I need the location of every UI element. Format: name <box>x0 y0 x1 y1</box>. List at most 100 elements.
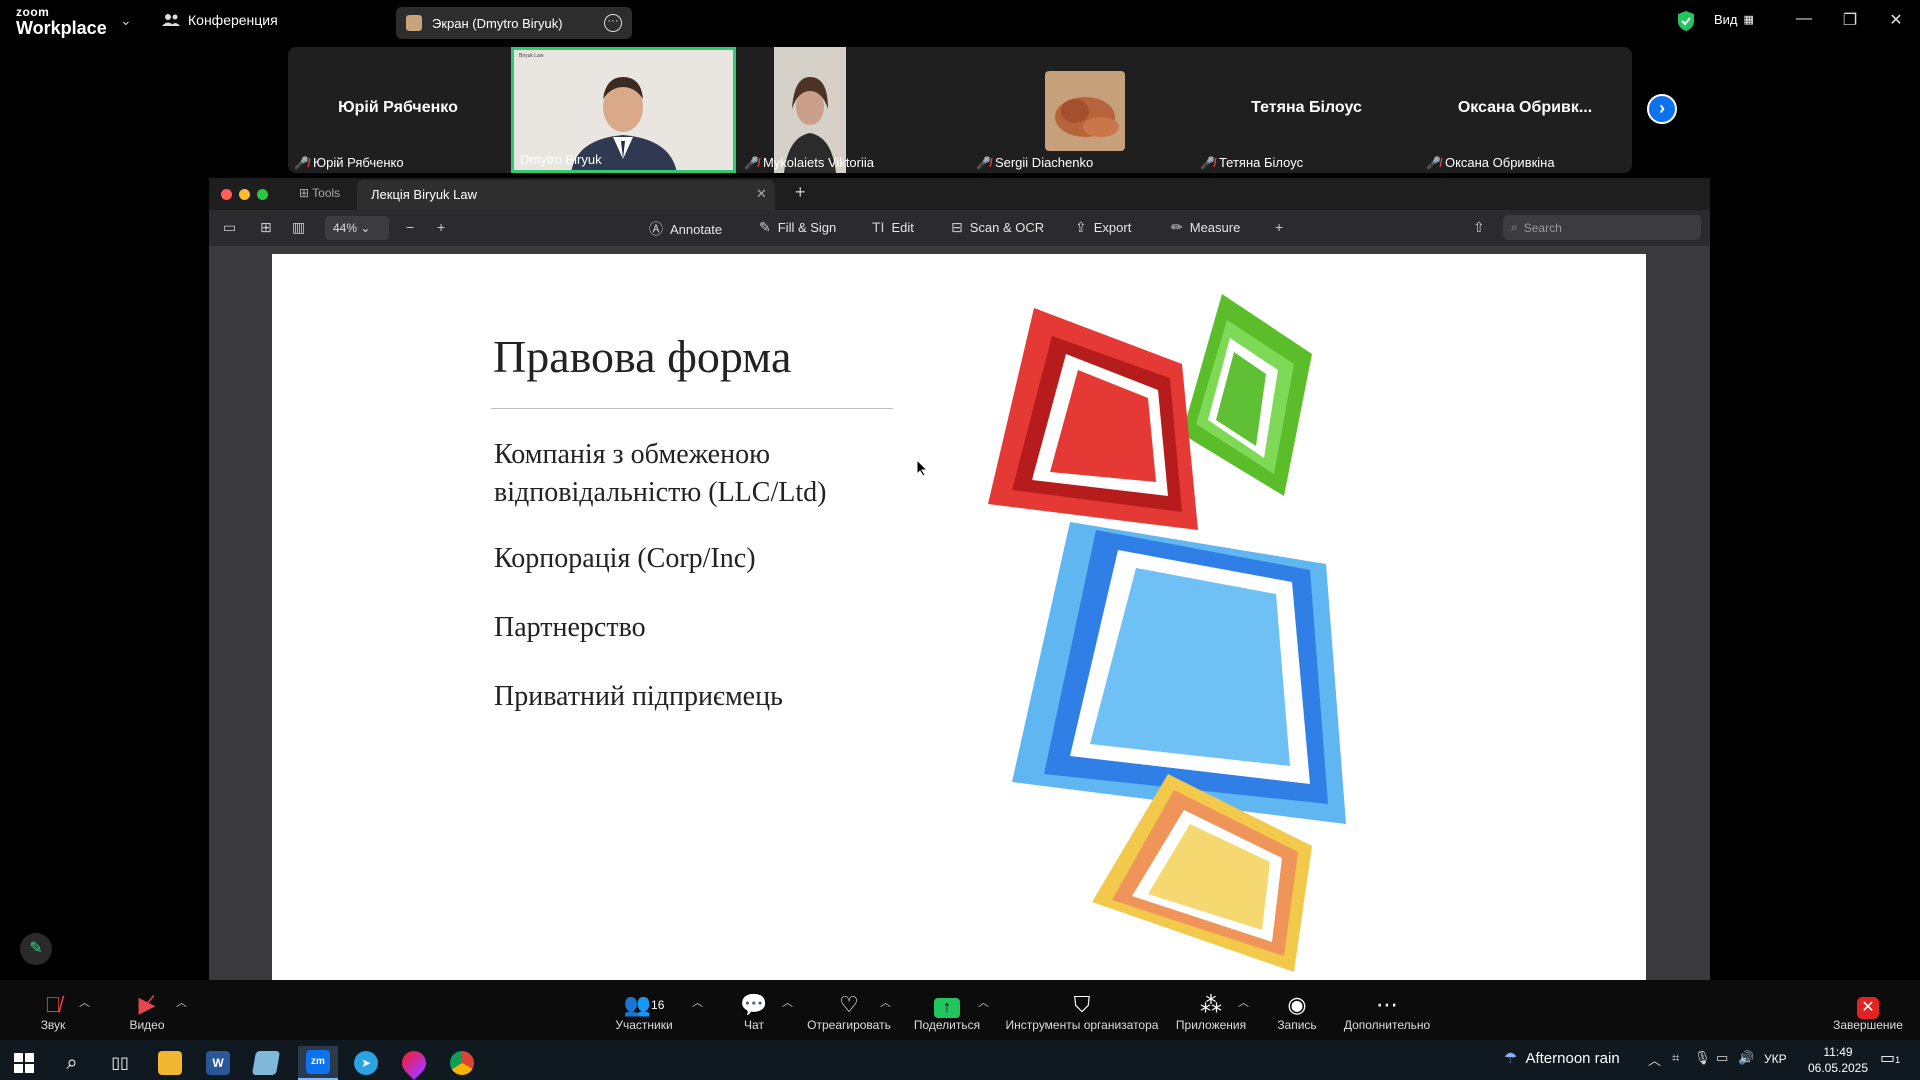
slide-item: Компанія з обмеженою відповідальністю (L… <box>494 439 827 508</box>
slide-item: Корпорація (Corp/Inc) <box>494 543 756 574</box>
annotate-button[interactable]: Ⓐ Annotate <box>649 219 722 239</box>
thumbnails-icon[interactable]: ⊞ <box>260 219 272 236</box>
input-language[interactable]: УКР <box>1764 1052 1787 1066</box>
measure-button[interactable]: ✏ Measure <box>1171 219 1240 236</box>
window-minimize-dot[interactable] <box>239 189 250 200</box>
clock[interactable]: 11:49 06.05.2025 <box>1806 1044 1870 1076</box>
mic-muted-icon: 🎙̸ <box>44 992 62 1017</box>
more-options-icon[interactable]: ··· <box>604 14 622 32</box>
tools-icon: ⊞ <box>299 186 313 200</box>
people-icon <box>162 14 180 26</box>
share-caret-icon[interactable]: ︿ <box>978 994 989 1010</box>
presenter-avatar-icon <box>406 15 422 31</box>
zoom-app-icon[interactable]: zm <box>298 1046 338 1080</box>
video-options-caret-icon[interactable]: ︿ <box>176 994 187 1010</box>
participant-tile[interactable]: Юрій Рябченко 🎤̸ Юрій Рябченко <box>288 47 508 173</box>
telegram-icon[interactable]: ➤ <box>346 1046 386 1080</box>
page-layout-icon[interactable]: ▥ <box>292 219 305 236</box>
chevron-down-icon[interactable]: ⌄ <box>120 12 132 29</box>
react-caret-icon[interactable]: ︿ <box>880 994 891 1010</box>
view-button[interactable]: Вид ▦ <box>1714 12 1754 27</box>
end-label: Завершение <box>1833 1018 1903 1032</box>
more-button[interactable]: ⋯ Дополнительно <box>1340 992 1434 1032</box>
viewer-toolbar: ▭ ⊞ ▥ 44% ⌄ − + Ⓐ Annotate ✎ Fill & Sign T… <box>209 210 1710 246</box>
next-page-arrow-icon[interactable]: › <box>1647 94 1677 124</box>
search-icon[interactable]: ⌕ <box>52 1046 92 1080</box>
notification-count: 1 <box>1895 1055 1901 1065</box>
host-tools-button[interactable]: ⛉ Инструменты организатора <box>1000 992 1164 1032</box>
sidebar-toggle-icon[interactable]: ▭ <box>223 219 236 236</box>
new-tab-plus-icon[interactable]: + <box>795 182 806 203</box>
participant-tile[interactable]: Оксана Обривк... 🎤̸ Оксана Обривкіна <box>1420 47 1630 173</box>
screen-share-pill[interactable]: Экран (Dmytro Biryuk) ··· <box>396 7 632 39</box>
microphone-icon[interactable]: 🎙 <box>1694 1050 1711 1066</box>
task-view-icon[interactable]: ▯▯ <box>100 1046 140 1080</box>
zoom-in-icon[interactable]: + <box>437 219 445 235</box>
participant-tile[interactable]: 🎤̸ Sergii Diachenko <box>970 47 1192 173</box>
tray-expand-chevron-icon[interactable]: ︿ <box>1648 1050 1661 1069</box>
participant-tile[interactable]: 🎤̸ Mykolaiets Viktoriia <box>738 47 968 173</box>
zoom-workplace-logo[interactable]: zoom Workplace <box>16 6 107 37</box>
share-screen-button[interactable]: ↑ Поделиться <box>910 992 984 1032</box>
screen-share-label: Экран (Dmytro Biryuk) <box>432 15 563 31</box>
tab-document[interactable]: Лекція Biryuk Law <box>357 180 775 210</box>
restore-icon[interactable]: ❐ <box>1840 10 1860 30</box>
tab-tools[interactable]: ⊞ Tools <box>299 186 340 200</box>
slide-title: Правова форма <box>493 331 792 382</box>
audio-button[interactable]: 🎙̸ Звук <box>28 992 78 1032</box>
end-icon-wrap: ✕ <box>1830 992 1906 1019</box>
share-screen-icon: ↑ <box>934 998 960 1018</box>
view-label: Вид <box>1714 12 1738 27</box>
participants-button[interactable]: 👥16 Участники <box>608 992 680 1032</box>
annotation-pencil-icon[interactable]: ✎ <box>20 933 52 965</box>
window-close-dot[interactable] <box>221 189 232 200</box>
end-meeting-button[interactable]: ✕ Завершение <box>1830 992 1906 1032</box>
record-label: Запись <box>1277 1018 1317 1032</box>
network-icon[interactable]: ▭ <box>1716 1050 1728 1066</box>
scan-icon: ⊟ <box>951 219 963 235</box>
export-button[interactable]: ⇪ Export <box>1075 219 1131 236</box>
edit-button[interactable]: TI Edit <box>872 219 914 235</box>
export-label: Export <box>1093 220 1132 235</box>
annotate-label: Annotate <box>670 221 723 237</box>
notepad-icon[interactable] <box>246 1046 286 1080</box>
meeting-label: Конференция <box>188 12 278 28</box>
fill-sign-button[interactable]: ✎ Fill & Sign <box>759 219 836 236</box>
chat-caret-icon[interactable]: ︿ <box>782 994 793 1010</box>
presentation-slide: Правова форма Компанія з обмеженою відпо… <box>272 254 1646 980</box>
add-tool-plus-icon[interactable]: + <box>1275 219 1283 235</box>
meet-now-icon[interactable]: ⌗ <box>1672 1050 1679 1066</box>
search-input[interactable]: ⌕ Search <box>1503 215 1701 240</box>
participant-tile-active-speaker[interactable]: Biryuk Law Dmytro Biryuk <box>511 47 736 173</box>
meeting-info-button[interactable]: Конференция <box>162 12 278 28</box>
participant-tile[interactable]: Тетяна Білоус 🎤̸ Тетяна Білоус <box>1194 47 1419 173</box>
record-button[interactable]: ◉ Запись <box>1270 992 1324 1032</box>
slide-item: Приватний підприємець <box>494 681 783 712</box>
close-tab-icon[interactable]: ✕ <box>756 186 767 202</box>
file-explorer-icon[interactable] <box>150 1046 190 1080</box>
weather-widget[interactable]: ☂ Afternoon rain <box>1504 1049 1620 1068</box>
minimize-icon[interactable]: — <box>1794 10 1814 28</box>
chat-button[interactable]: 💬 Чат <box>736 992 772 1032</box>
participant-gallery: Юрій Рябченко 🎤̸ Юрій Рябченко Biryuk Law… <box>288 47 1632 173</box>
window-zoom-dot[interactable] <box>257 189 268 200</box>
zoom-select[interactable]: 44% ⌄ <box>325 216 389 240</box>
scan-ocr-button[interactable]: ⊟ Scan & OCR <box>951 219 1044 236</box>
participant-name-large: Юрій Рябченко <box>338 99 458 116</box>
close-icon[interactable]: ✕ <box>1886 10 1906 30</box>
chrome-icon[interactable] <box>442 1046 482 1080</box>
share-icon[interactable]: ⇧ <box>1473 219 1485 236</box>
participants-caret-icon[interactable]: ︿ <box>692 994 703 1010</box>
meeting-controls-bar: 🎙̸ Звук ︿ ▶̸ Видео ︿ 👥16 Участники ︿ 💬 Ч… <box>0 980 1920 1040</box>
zoom-out-icon[interactable]: − <box>406 219 414 235</box>
security-shield-icon[interactable] <box>1676 10 1696 32</box>
drop-app-icon[interactable] <box>394 1046 434 1080</box>
volume-icon[interactable]: 🔊 <box>1738 1050 1754 1066</box>
video-button[interactable]: ▶̸ Видео <box>122 992 172 1032</box>
notifications-icon[interactable]: ▭1 <box>1880 1048 1900 1068</box>
apps-caret-icon[interactable]: ︿ <box>1238 994 1249 1010</box>
word-icon[interactable]: W <box>198 1046 238 1080</box>
windows-start-icon[interactable] <box>4 1046 44 1080</box>
audio-options-caret-icon[interactable]: ︿ <box>79 994 90 1010</box>
record-icon: ◉ <box>1287 992 1307 1017</box>
